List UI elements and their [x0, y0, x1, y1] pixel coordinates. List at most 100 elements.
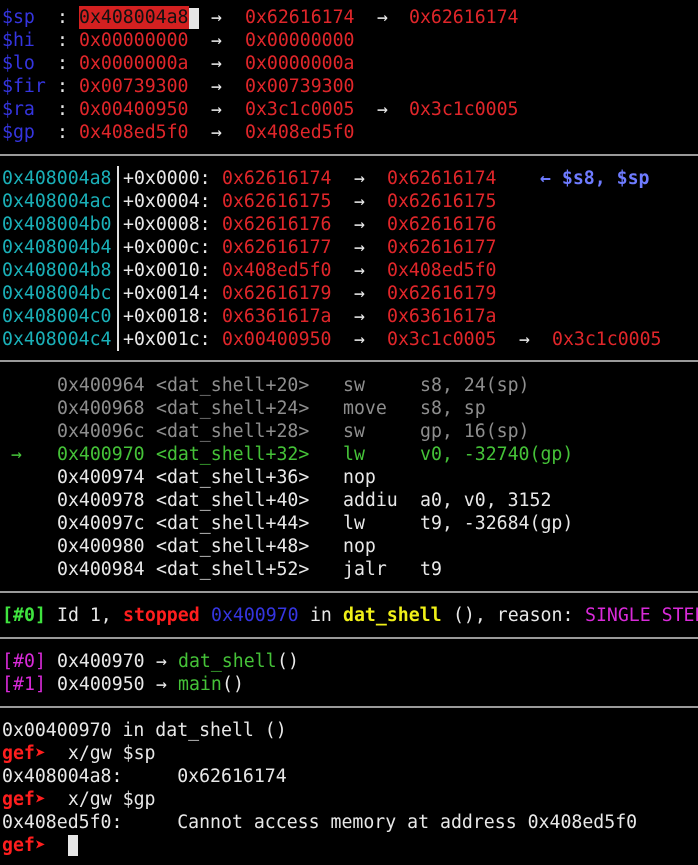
- register-name: $ra: [2, 99, 46, 120]
- instruction-address: 0x400984: [57, 559, 145, 580]
- instruction-mnemonic: nop: [343, 467, 376, 488]
- thread-id: Id 1,: [57, 605, 123, 626]
- register-value: 0x3c1c0005: [245, 99, 355, 120]
- register-value: 0x00000000: [245, 30, 355, 51]
- trace-bracket-close: ]: [35, 674, 46, 695]
- stack-deref-value: 0x62616179: [387, 283, 497, 304]
- thread-bracket-close: ]: [35, 605, 46, 626]
- deref-arrow: →: [211, 122, 222, 143]
- stack-offset: +0x0018:: [123, 306, 211, 327]
- instruction-address: 0x400970: [57, 444, 145, 465]
- instruction-mnemonic: jalr: [343, 559, 387, 580]
- deref-arrow: →: [211, 7, 222, 28]
- deref-arrow: →: [354, 191, 365, 212]
- deref-arrow: →: [354, 214, 365, 235]
- thread-in: in: [299, 605, 343, 626]
- deref-arrow: →: [354, 260, 365, 281]
- deref-arrow: →: [354, 168, 365, 189]
- deref-arrow: →: [354, 283, 365, 304]
- section-separator: [0, 154, 698, 156]
- section-separator: [0, 360, 698, 362]
- thread-bracket-open: [: [2, 605, 13, 626]
- instruction-address: 0x400964: [57, 375, 145, 396]
- current-instruction-arrow: →: [11, 444, 22, 465]
- thread-reason-label: (), reason:: [442, 605, 585, 626]
- register-colon: :: [46, 7, 79, 28]
- stack-register-note: ← $s8, $sp: [540, 168, 650, 189]
- trace-address: 0x400950: [57, 674, 145, 695]
- stack-value: 0x00400950: [222, 329, 332, 350]
- deref-arrow: →: [211, 99, 222, 120]
- instruction-mnemonic: nop: [343, 536, 376, 557]
- section-separator: [0, 706, 698, 708]
- deref-arrow: →: [354, 306, 365, 327]
- deref-arrow: →: [211, 76, 222, 97]
- trace-function: dat_shell: [178, 651, 277, 672]
- stack-offset: +0x0008:: [123, 214, 211, 235]
- register-colon: :: [46, 99, 79, 120]
- register-colon: :: [46, 30, 79, 51]
- register-value: 0x62616174: [245, 7, 355, 28]
- stack-value: 0x62616177: [222, 237, 332, 258]
- register-value: 0x00000000: [79, 30, 189, 51]
- trace-function: main: [178, 674, 222, 695]
- deref-arrow: →: [519, 329, 530, 350]
- stack-value: 0x62616174: [222, 168, 332, 189]
- input-cursor[interactable]: [68, 835, 78, 856]
- instruction-operands: t9: [420, 559, 442, 580]
- trace-bracket-open: [: [2, 674, 13, 695]
- instruction-address: 0x400980: [57, 536, 145, 557]
- gef-prompt: gef➤: [2, 835, 46, 856]
- register-colon: :: [46, 76, 79, 97]
- stack-offset: +0x0010:: [123, 260, 211, 281]
- instruction-address: 0x400968: [57, 398, 145, 419]
- gef-terminal[interactable]: $sp : 0x408004a8 → 0x62616174 → 0x62616174 $h…: [0, 0, 698, 865]
- stack-offset: +0x000c:: [123, 237, 211, 258]
- instruction-symbol: <dat_shell+36>: [156, 467, 310, 488]
- deref-arrow: →: [211, 30, 222, 51]
- trace-arrow: →: [145, 651, 178, 672]
- register-value: 0x0000000a: [245, 53, 355, 74]
- register-value: 0x62616174: [409, 7, 519, 28]
- command-output: 0x408004a8: 0x62616174: [2, 766, 287, 787]
- gef-prompt: gef➤: [2, 743, 46, 764]
- stack-value: 0x62616175: [222, 191, 332, 212]
- stack-address: 0x408004ac: [2, 191, 112, 212]
- instruction-mnemonic: sw: [343, 375, 365, 396]
- instruction-address: 0x40096c: [57, 421, 145, 442]
- instruction-symbol: <dat_shell+32>: [156, 444, 310, 465]
- register-value: 0x00400950: [79, 99, 189, 120]
- instruction-symbol: <dat_shell+40>: [156, 490, 310, 511]
- register-name: $gp: [2, 122, 46, 143]
- instruction-operands: t9, -32684(gp): [420, 513, 574, 534]
- stack-address: 0x408004a8: [2, 168, 112, 189]
- stack-value: 0x6361617a: [222, 306, 332, 327]
- instruction-operands: v0, -32740(gp): [420, 444, 574, 465]
- trace-parens: (): [222, 674, 244, 695]
- deref-arrow: →: [377, 7, 388, 28]
- instruction-operands: a0, v0, 3152: [420, 490, 552, 511]
- trace-bracket-open: [: [2, 651, 13, 672]
- trace-arrow: →: [145, 674, 178, 695]
- stack-value: 0x408ed5f0: [222, 260, 332, 281]
- thread-function: dat_shell: [343, 605, 442, 626]
- trace-index: #0: [13, 651, 35, 672]
- stack-deref-value: 0x3c1c0005: [387, 329, 497, 350]
- register-colon: :: [46, 122, 79, 143]
- register-colon: :: [46, 53, 79, 74]
- terminal-cursor: [189, 8, 199, 29]
- trace-address: 0x400970: [57, 651, 145, 672]
- instruction-mnemonic: lw: [343, 513, 365, 534]
- instruction-symbol: <dat_shell+24>: [156, 398, 310, 419]
- stack-deref-value: 0x62616176: [387, 214, 497, 235]
- stack-deref-value: 0x62616177: [387, 237, 497, 258]
- stack-deref-value: 0x6361617a: [387, 306, 497, 327]
- stack-offset: +0x0014:: [123, 283, 211, 304]
- instruction-symbol: <dat_shell+48>: [156, 536, 310, 557]
- section-separator: [0, 637, 698, 639]
- stack-address: 0x408004b4: [2, 237, 112, 258]
- command-output: 0x408ed5f0: Cannot access memory at addr…: [2, 812, 638, 833]
- deref-arrow: →: [377, 99, 388, 120]
- instruction-operands: s8, 24(sp): [420, 375, 530, 396]
- stack-gutter: [117, 166, 119, 351]
